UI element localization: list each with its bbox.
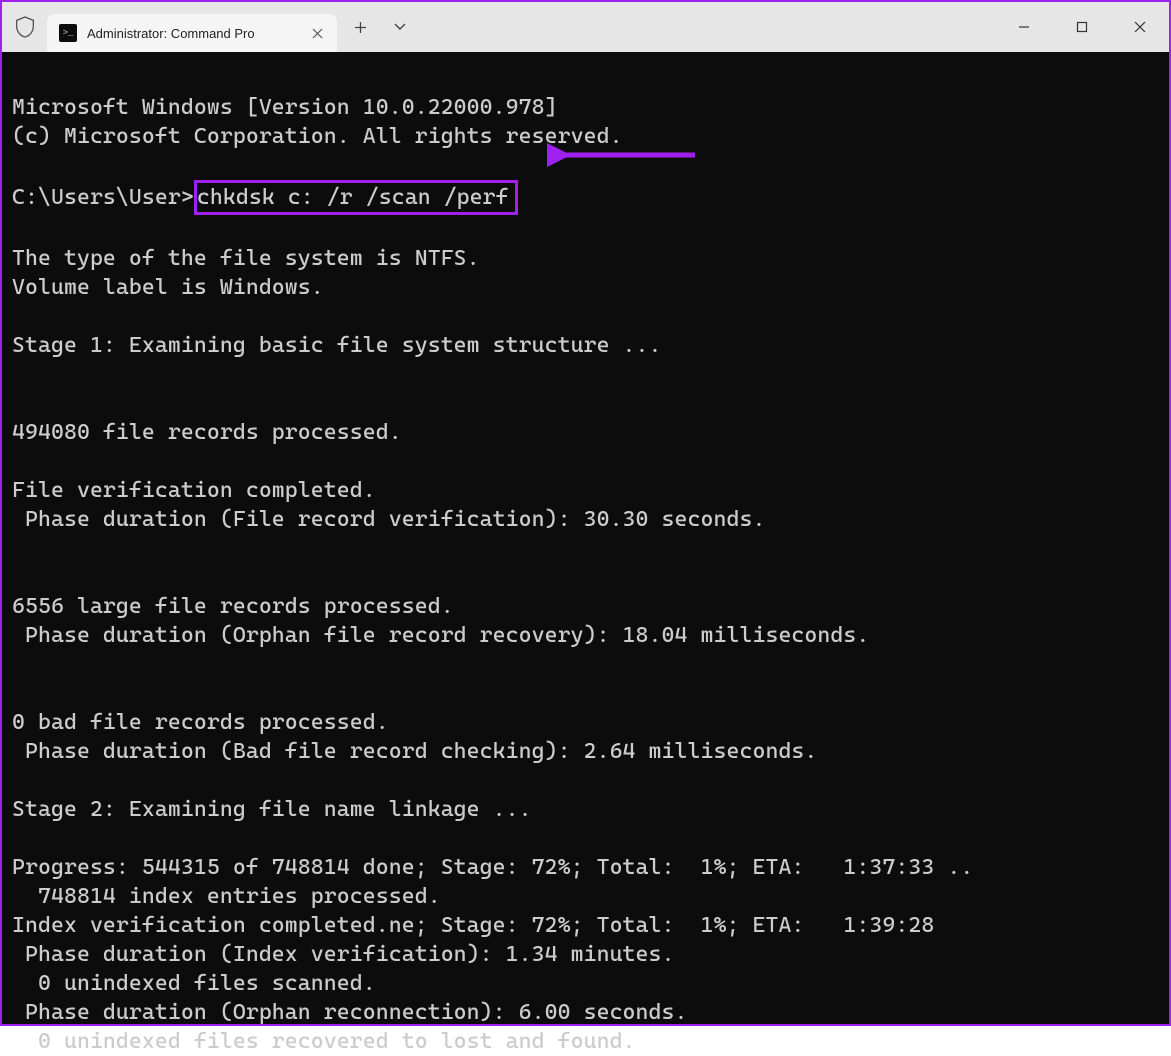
- terminal-line: 0 bad file records processed.: [12, 710, 389, 735]
- terminal-line: Progress: 544315 of 748814 done; Stage: …: [12, 855, 973, 880]
- terminal-line: Stage 1: Examining basic file system str…: [12, 333, 662, 358]
- prompt-line: C:\Users\User>chkdsk c: /r /scan /perf: [12, 180, 1159, 215]
- tab-close-button[interactable]: [307, 23, 327, 43]
- browser-tab[interactable]: >_ Administrator: Command Pro: [47, 14, 337, 52]
- terminal-line: (c) Microsoft Corporation. All rights re…: [12, 124, 623, 149]
- window-controls: [995, 2, 1169, 52]
- titlebar: >_ Administrator: Command Pro: [2, 2, 1169, 52]
- terminal-content[interactable]: Microsoft Windows [Version 10.0.22000.97…: [2, 52, 1169, 1024]
- close-window-button[interactable]: [1111, 2, 1169, 52]
- minimize-button[interactable]: [995, 2, 1053, 52]
- terminal-line: Microsoft Windows [Version 10.0.22000.97…: [12, 95, 558, 120]
- terminal-favicon-icon: >_: [59, 24, 77, 42]
- terminal-line: Phase duration (Index verification): 1.3…: [12, 942, 675, 967]
- maximize-button[interactable]: [1053, 2, 1111, 52]
- terminal-line: Volume label is Windows.: [12, 275, 324, 300]
- new-tab-button[interactable]: [343, 10, 377, 44]
- terminal-line: Phase duration (Bad file record checking…: [12, 739, 817, 764]
- tabs-dropdown-button[interactable]: [383, 10, 417, 44]
- terminal-line: Stage 2: Examining file name linkage ...: [12, 797, 532, 822]
- terminal-line: 748814 index entries processed.: [12, 884, 441, 909]
- terminal-line: File verification completed.: [12, 478, 376, 503]
- terminal-line: The type of the file system is NTFS.: [12, 246, 480, 271]
- command-text: chkdsk c: /r /scan /perf: [197, 185, 509, 210]
- terminal-line: 6556 large file records processed.: [12, 594, 454, 619]
- terminal-line: 494080 file records processed.: [12, 420, 402, 445]
- terminal-line: Phase duration (Orphan reconnection): 6.…: [12, 1000, 688, 1025]
- command-highlight-box: chkdsk c: /r /scan /perf: [194, 180, 518, 215]
- terminal-line: 0 unindexed files recovered to lost and …: [12, 1029, 636, 1054]
- tab-title: Administrator: Command Pro: [87, 26, 297, 41]
- terminal-line: 0 unindexed files scanned.: [12, 971, 376, 996]
- prompt-path: C:\Users\User>: [12, 185, 194, 210]
- terminal-line: Phase duration (Orphan file record recov…: [12, 623, 869, 648]
- shield-icon: [2, 16, 47, 38]
- terminal-line: Phase duration (File record verification…: [12, 507, 765, 532]
- terminal-line: Index verification completed.ne; Stage: …: [12, 913, 934, 938]
